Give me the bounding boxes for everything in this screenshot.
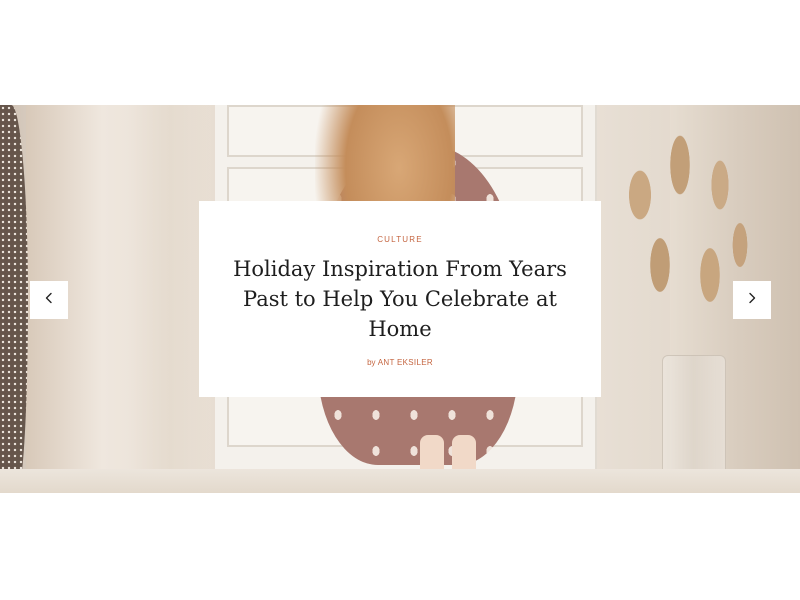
hero-image-pampas-grass	[610, 125, 760, 375]
chevron-left-icon	[43, 291, 55, 309]
category-link[interactable]: CULTURE	[377, 235, 423, 244]
byline-prefix: by	[367, 358, 376, 367]
page: CULTURE Holiday Inspiration From Years P…	[0, 0, 800, 600]
slider-next-button[interactable]	[733, 281, 771, 319]
chevron-right-icon	[746, 291, 758, 309]
hero-image-floor	[0, 469, 800, 493]
slider-prev-button[interactable]	[30, 281, 68, 319]
hero-image-dotted-fabric	[0, 105, 28, 493]
hero-caption-card: CULTURE Holiday Inspiration From Years P…	[199, 201, 601, 397]
article-title[interactable]: Holiday Inspiration From Years Past to H…	[230, 254, 570, 344]
hero-image-blur	[130, 105, 210, 493]
author-link[interactable]: ANT EKSILER	[378, 358, 433, 367]
byline: by ANT EKSILER	[199, 358, 601, 367]
